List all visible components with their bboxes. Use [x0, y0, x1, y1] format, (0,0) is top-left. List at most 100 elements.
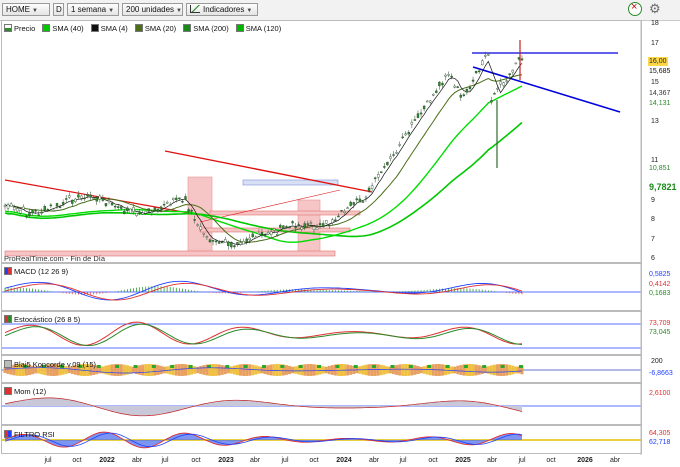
candle-body	[358, 198, 362, 203]
price-tick: 7	[651, 236, 655, 243]
candle-body	[294, 226, 297, 229]
koncorde-bar	[183, 364, 187, 376]
rsi-legend[interactable]: FILTRO RSI	[4, 429, 55, 440]
candle-body	[187, 209, 190, 212]
gear-icon[interactable]: ⚙	[649, 2, 661, 16]
candle-body	[221, 241, 224, 244]
legend-sma4[interactable]: SMA (4)	[90, 24, 128, 33]
candle-body	[450, 75, 453, 78]
koncorde-bar	[144, 364, 148, 376]
macd-tag: 0,5825	[648, 270, 672, 279]
koncorde-green-bar	[188, 365, 193, 368]
koncorde-green-bar	[115, 365, 120, 368]
candle-body	[303, 223, 306, 228]
koncorde-green-bar	[133, 365, 138, 368]
koncorde-bar	[147, 364, 151, 376]
legend-sma120[interactable]: SMA (120)	[235, 24, 281, 33]
candle-body	[380, 171, 383, 173]
koncorde-bar	[180, 364, 184, 376]
koncorde-green-bar	[463, 365, 468, 368]
koncorde-legend[interactable]: Blai5 Koncorde v.09 (15)	[4, 359, 96, 370]
candle-body	[28, 212, 31, 217]
candle-body	[74, 198, 77, 202]
candle-body	[227, 241, 230, 246]
koncorde-bar	[138, 365, 142, 375]
koncorde-green-bar	[96, 365, 101, 368]
legend-sma40[interactable]: SMA (40)	[42, 24, 84, 33]
koncorde-bar	[202, 365, 206, 375]
time-axis-label: 2023	[218, 457, 234, 464]
candle-body	[95, 197, 98, 202]
koncorde-bar	[327, 365, 331, 375]
mom-swatch-icon	[4, 387, 12, 395]
legend-sma20[interactable]: SMA (20)	[134, 24, 176, 33]
candle-body	[456, 86, 459, 88]
candle-body	[318, 223, 322, 225]
candle-body	[135, 213, 138, 216]
sma40-tag: 10,851	[648, 164, 672, 173]
candle-body	[401, 136, 404, 139]
koncorde-bar	[477, 365, 481, 375]
indicators-button[interactable]: Indicadores ▼	[186, 3, 258, 16]
koncorde-bar	[324, 366, 328, 374]
candle-body	[34, 210, 37, 212]
candle-body	[132, 207, 135, 212]
legend-price[interactable]: Precio	[4, 24, 35, 33]
koncorde-swatch-icon	[4, 360, 12, 368]
candle-body	[37, 214, 40, 216]
time-axis-label: 2025	[455, 457, 471, 464]
candle-body	[484, 55, 487, 57]
candle-body	[474, 70, 478, 74]
koncorde-tick: 200	[651, 358, 663, 365]
chart-type-button[interactable]: D	[53, 3, 64, 16]
candle-body	[49, 204, 53, 207]
symbol-select[interactable]: HOME ▼	[2, 3, 50, 16]
macd-swatch-icon	[4, 267, 12, 275]
koncorde-bar	[284, 365, 288, 375]
koncorde-bar	[162, 366, 166, 374]
candle-body	[43, 206, 46, 211]
koncorde-bar	[119, 364, 123, 376]
sma4-tag: 14,367	[648, 89, 672, 98]
koncorde-green-bar	[317, 365, 322, 368]
koncorde-green-bar	[225, 365, 230, 368]
candle-body	[208, 239, 212, 243]
legend-sma200[interactable]: SMA (200)	[183, 24, 229, 33]
candle-body	[12, 207, 16, 211]
candle-body	[248, 237, 251, 241]
candle-body	[224, 239, 227, 243]
candle-body	[514, 62, 518, 65]
koncorde-green-bar	[353, 365, 358, 368]
close-chart-icon[interactable]	[628, 1, 642, 16]
candle-body	[429, 100, 432, 103]
sma120-tag: 9,7821	[648, 182, 678, 193]
chart-area[interactable]	[0, 20, 680, 467]
candle-body	[202, 233, 206, 235]
candle-body	[92, 197, 95, 200]
candle-body	[184, 196, 187, 200]
candle-body	[80, 195, 83, 199]
macd-signal-tag: 0,4142	[648, 280, 672, 289]
candle-body	[116, 206, 120, 208]
sma120-line	[4, 121, 523, 238]
time-axis-label: jul	[44, 457, 52, 464]
koncorde-bar	[496, 364, 500, 376]
support-resistance-zones	[4, 176, 361, 257]
candle-body	[398, 144, 401, 146]
candle-body	[129, 208, 132, 214]
time-axis-label: jul	[399, 457, 407, 464]
macd-legend[interactable]: MACD (12 26 9)	[4, 266, 68, 277]
mom-legend[interactable]: Mom (12)	[4, 386, 46, 397]
koncorde-bar	[471, 364, 475, 376]
koncorde-green-bar	[390, 365, 395, 368]
koncorde-bar	[486, 366, 490, 374]
candle-body	[110, 202, 114, 206]
candle-body	[288, 226, 291, 229]
stoch-legend[interactable]: Estocástico (26 8 5)	[4, 314, 80, 325]
time-axis-label: oct	[72, 457, 82, 464]
period-select[interactable]: 1 semana ▼	[67, 3, 119, 16]
candle-body	[257, 232, 261, 235]
candle-body	[505, 80, 508, 82]
units-select[interactable]: 200 unidades ▼	[122, 3, 183, 16]
time-axis-label: oct	[546, 457, 556, 464]
